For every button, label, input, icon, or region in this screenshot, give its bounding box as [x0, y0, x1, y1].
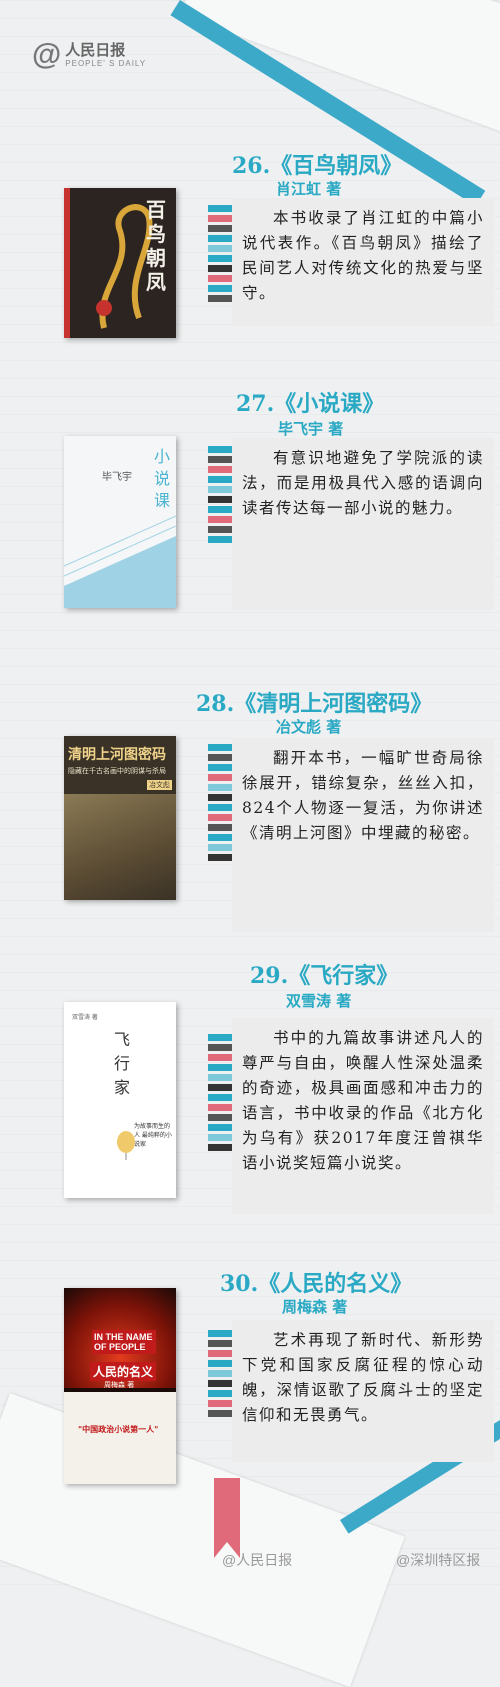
- book-author: 肖江虹 著: [276, 180, 342, 198]
- people-daily-logo: @ 人民日报 PEOPLE' S DAILY: [32, 40, 146, 70]
- cover-slogan: "中国政治小说第一人": [78, 1424, 159, 1434]
- cover-title: 小说课: [154, 447, 171, 510]
- book-description: 艺术再现了新时代、新形势下党和国家反腐征程的惊心动魄，深情讴歌了反腐斗士的坚定信…: [242, 1331, 484, 1424]
- logo-en: PEOPLE' S DAILY: [65, 58, 147, 68]
- book-description-panel: 有意识地避免了学院派的读法，而是用极具代入感的语调向读者传达每一部小说的魅力。: [232, 438, 494, 610]
- cover-title: 清明上河图密码: [68, 747, 166, 763]
- tab-strip: [208, 1330, 234, 1420]
- book-description: 翻开本书，一幅旷世奇局徐徐展开，错综复杂，丝丝入扣，824个人物逐一复活，为你讲…: [242, 749, 484, 842]
- book-description: 本书收录了肖江虹的中篇小说代表作。《百鸟朝凤》描绘了民间艺人对传统文化的热爱与坚…: [242, 209, 484, 302]
- cover-author: 冶文彪: [147, 780, 172, 790]
- tab-strip: [208, 446, 234, 546]
- cover-title: 百鸟朝凤: [146, 198, 166, 294]
- footer-source-right: @深圳特区报: [396, 1552, 481, 1568]
- book-author: 冶文彪 著: [276, 718, 342, 736]
- book-title: 26.《百鸟朝凤》: [232, 153, 403, 179]
- book-cover: IN THE NAME OF PEOPLE 人民的名义 "中国政治小说第一人" …: [64, 1288, 176, 1484]
- logo-cn: 人民日报: [65, 41, 126, 59]
- cover-subtitle: 隐藏在千古名画中的阴谋与杀局: [68, 767, 166, 775]
- cover-title: 人民的名义: [90, 1362, 157, 1381]
- tab-strip: [208, 1034, 234, 1154]
- book-description-panel: 本书收录了肖江虹的中篇小说代表作。《百鸟朝凤》描绘了民间艺人对传统文化的热爱与坚…: [232, 198, 494, 326]
- book-author: 周梅森 著: [282, 1298, 348, 1316]
- cover-en: IN THE NAME OF PEOPLE: [92, 1330, 156, 1354]
- book-description-panel: 书中的九篇故事讲述凡人的尊严与自由，唤醒人性深处温柔的奇迹，极具画面感和冲击力的…: [232, 1018, 494, 1214]
- at-icon: @: [32, 38, 62, 71]
- tab-strip: [208, 205, 234, 305]
- book-description-panel: 翻开本书，一幅旷世奇局徐徐展开，错综复杂，丝丝入扣，824个人物逐一复活，为你讲…: [232, 738, 494, 932]
- cover-author: 周梅森 著: [104, 1381, 135, 1389]
- book-title: 27.《小说课》: [236, 391, 385, 417]
- book-description-panel: 艺术再现了新时代、新形势下党和国家反腐征程的惊心动魄，深情讴歌了反腐斗士的坚定信…: [232, 1320, 494, 1462]
- book-cover: 小说课 毕飞宇: [64, 436, 176, 608]
- book-author: 双雪涛 著: [286, 992, 352, 1010]
- book-cover: 清明上河图密码 隐藏在千古名画中的阴谋与杀局 冶文彪: [64, 736, 176, 900]
- book-cover: 飞行家 双雪涛 著 为故事而生的人 最纯粹的小说家: [64, 1002, 176, 1198]
- book-cover: 百鸟朝凤: [64, 188, 176, 338]
- book-description: 有意识地避免了学院派的读法，而是用极具代入感的语调向读者传达每一部小说的魅力。: [242, 449, 484, 517]
- footer-source-left: @人民日报: [222, 1552, 293, 1568]
- book-title: 29.《飞行家》: [250, 963, 399, 989]
- book-title: 30.《人民的名义》: [220, 1271, 413, 1297]
- book-description: 书中的九篇故事讲述凡人的尊严与自由，唤醒人性深处温柔的奇迹，极具画面感和冲击力的…: [242, 1029, 484, 1172]
- cover-author: 毕飞宇: [102, 472, 132, 483]
- book-author: 毕飞宇 著: [278, 420, 344, 438]
- tab-strip: [208, 744, 234, 864]
- book-title: 28.《清明上河图密码》: [196, 691, 433, 717]
